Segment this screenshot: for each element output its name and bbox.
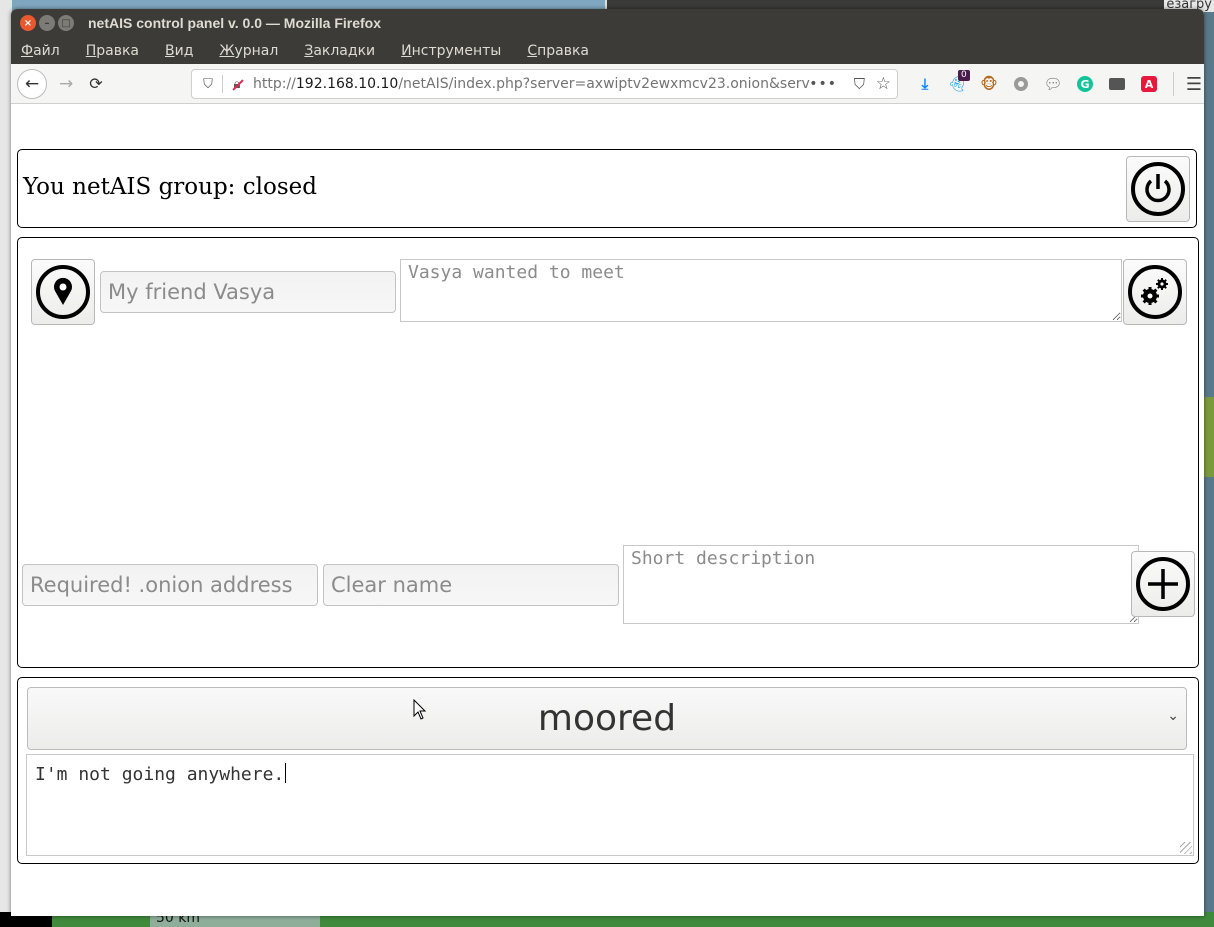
clear-name-input[interactable] xyxy=(323,564,619,606)
extension-badge: 0 xyxy=(958,70,970,81)
tampermonkey-icon[interactable]: 🐵︎ xyxy=(973,64,1005,104)
grammarly-icon[interactable]: G xyxy=(1069,64,1101,104)
pocket-icon[interactable]: ⛉ xyxy=(854,75,865,93)
power-icon xyxy=(1131,162,1185,216)
tracking-shield-icon[interactable]: ⛉ xyxy=(200,77,216,92)
status-select-value: moored xyxy=(537,698,677,739)
insecure-lock-icon[interactable]: 🔒︎ xyxy=(229,77,245,92)
vessel-status-select[interactable]: moored ⌄ xyxy=(27,687,1187,750)
map-pin-icon xyxy=(36,265,90,319)
page-actions-icon[interactable]: ••• xyxy=(809,76,837,92)
screenshot-icon[interactable] xyxy=(1101,64,1133,104)
back-button[interactable]: ← xyxy=(17,68,47,99)
menu-help[interactable]: Справка xyxy=(527,43,589,59)
friend-note-textarea[interactable] xyxy=(400,259,1122,322)
friend-name-input[interactable] xyxy=(100,271,396,313)
url-bar[interactable]: ⛉ 🔒︎ http://192.168.10.10/netAIS/index.p… xyxy=(191,69,898,99)
browser-window: × – □ netAIS control panel v. 0.0 — Mozi… xyxy=(11,9,1204,916)
ring-extension-icon[interactable] xyxy=(1005,64,1037,104)
extension-toolbar: ⤓ 👻︎ 0 🐵︎ 💬︎ G A ☰ xyxy=(909,64,1204,104)
background-map-edge xyxy=(1204,12,1214,912)
group-panel: You netAIS group: closed xyxy=(17,149,1197,228)
gears-icon xyxy=(1128,265,1182,319)
hamburger-menu-icon[interactable]: ☰ xyxy=(1182,64,1204,104)
short-description-textarea[interactable] xyxy=(623,545,1139,624)
menu-history[interactable]: Журнал xyxy=(219,43,278,59)
bookmark-star-icon[interactable]: ☆ xyxy=(876,74,891,94)
plus-icon xyxy=(1136,557,1190,611)
status-message-text: I'm not going anywhere. xyxy=(35,764,285,785)
status-panel: moored ⌄ I'm not going anywhere. xyxy=(17,677,1199,864)
menu-file[interactable]: Файл xyxy=(21,43,60,59)
power-button[interactable] xyxy=(1126,156,1190,222)
mouse-pointer-icon xyxy=(413,699,427,720)
title-bar: × – □ netAIS control panel v. 0.0 — Mozi… xyxy=(11,9,1204,37)
locate-friend-button[interactable] xyxy=(31,259,95,325)
menu-view[interactable]: Вид xyxy=(165,43,193,59)
friends-panel xyxy=(17,237,1199,668)
friend-settings-button[interactable] xyxy=(1123,259,1187,325)
forward-button[interactable]: → xyxy=(59,74,73,94)
menu-bookmarks[interactable]: Закладки xyxy=(304,43,375,59)
chat-extension-icon[interactable]: 💬︎ xyxy=(1037,64,1069,104)
text-caret xyxy=(285,763,287,783)
menu-edit[interactable]: Правка xyxy=(86,43,139,59)
navigation-toolbar: ← → ⟳ ⛉ 🔒︎ http://192.168.10.10/netAIS/i… xyxy=(11,64,1204,104)
menu-bar: Файл Правка Вид Журнал Закладки Инструме… xyxy=(11,37,1204,64)
reload-button[interactable]: ⟳ xyxy=(89,74,102,93)
chevron-down-icon: ⌄ xyxy=(1167,708,1179,724)
onion-address-input[interactable] xyxy=(22,564,318,606)
download-icon[interactable]: ⤓ xyxy=(909,64,941,104)
add-friend-button[interactable] xyxy=(1131,551,1195,617)
page-content: You netAIS group: closed My friend Vasya… xyxy=(11,105,1204,916)
url-text[interactable]: http://192.168.10.10/netAIS/index.php?se… xyxy=(253,76,813,92)
arrow-left-icon: ← xyxy=(24,73,40,94)
status-message-textarea[interactable]: I'm not going anywhere. xyxy=(26,754,1194,856)
menu-tools[interactable]: Инструменты xyxy=(401,43,501,59)
ghostery-icon[interactable]: 👻︎ 0 xyxy=(941,64,973,104)
group-status-label: You netAIS group: closed xyxy=(23,174,317,200)
red-extension-icon[interactable]: A xyxy=(1133,64,1165,104)
maximize-window-button[interactable]: □ xyxy=(58,15,74,31)
resize-grip[interactable] xyxy=(1180,842,1192,854)
close-window-button[interactable]: × xyxy=(20,15,36,31)
minimize-window-button[interactable]: – xyxy=(39,15,55,31)
window-title: netAIS control panel v. 0.0 — Mozilla Fi… xyxy=(88,15,382,31)
